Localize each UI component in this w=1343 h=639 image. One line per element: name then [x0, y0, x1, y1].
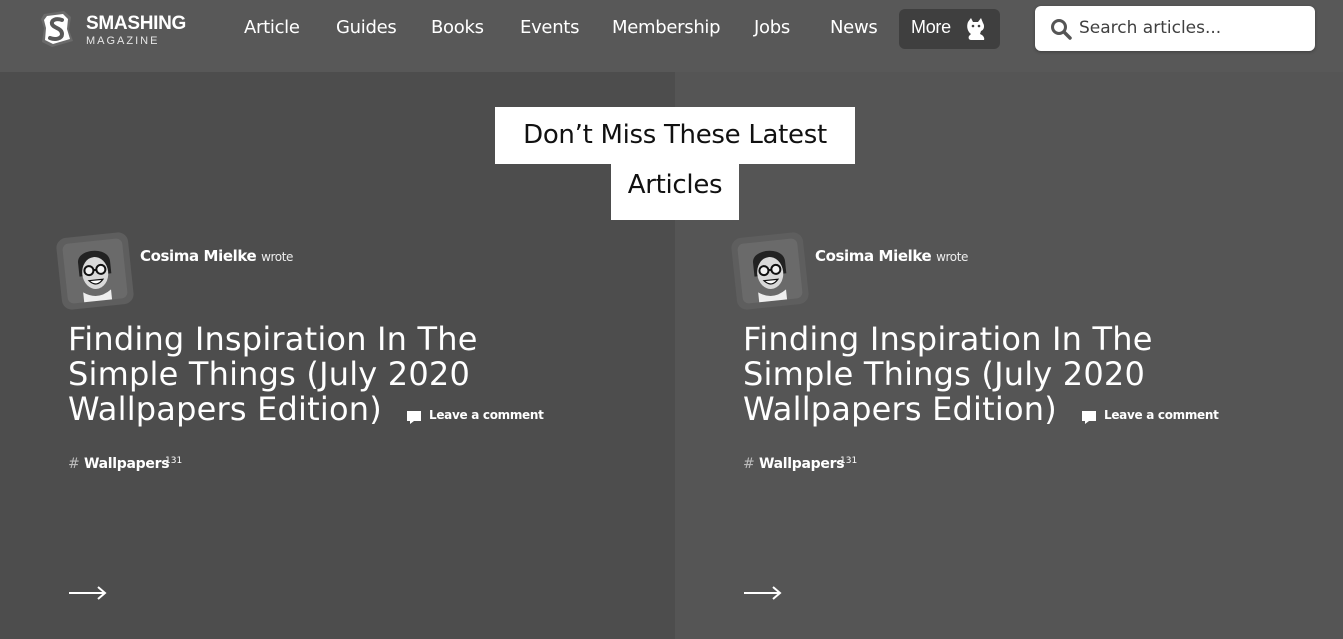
- author-byline: Cosima Mielke wrote: [140, 247, 293, 265]
- nav-item-guides[interactable]: Guides: [336, 17, 397, 38]
- tag-count: 131: [840, 456, 858, 466]
- author-name-link[interactable]: Cosima Mielke: [140, 247, 257, 265]
- avatar-illustration-icon: [62, 238, 128, 304]
- nav-item-events[interactable]: Events: [520, 17, 579, 38]
- nav-item-news[interactable]: News: [830, 17, 878, 38]
- wrote-label: wrote: [261, 250, 294, 264]
- read-more-arrow-icon[interactable]: [743, 583, 783, 603]
- leave-comment-link[interactable]: Leave a comment: [1104, 408, 1219, 422]
- more-label: More: [911, 17, 951, 37]
- author-avatar[interactable]: [55, 231, 135, 311]
- comment-icon: [407, 411, 421, 424]
- tag-label: Wallpapers: [84, 456, 170, 472]
- tag-count: 131: [165, 456, 183, 466]
- read-more-arrow-icon[interactable]: [68, 583, 108, 603]
- smashing-logo-icon: [41, 11, 73, 47]
- tag-label: Wallpapers: [759, 456, 845, 472]
- author-byline: Cosima Mielke wrote: [815, 247, 968, 265]
- section-heading-line-1: Don’t Miss These Latest: [495, 107, 855, 164]
- leave-comment-link[interactable]: Leave a comment: [429, 408, 544, 422]
- cat-icon: [967, 18, 985, 40]
- section-heading-line-2: Articles: [611, 160, 739, 220]
- search-input[interactable]: [1079, 14, 1304, 42]
- tag-hash: #: [68, 456, 80, 472]
- nav-item-article[interactable]: Article: [244, 17, 300, 38]
- search-icon: [1051, 19, 1072, 40]
- tag-hash: #: [743, 456, 755, 472]
- site-logo-link[interactable]: SMASHING MAGAZINE: [38, 10, 198, 60]
- brand-subtitle: MAGAZINE: [86, 35, 160, 47]
- comment-icon: [1082, 411, 1096, 424]
- nav-item-books[interactable]: Books: [431, 17, 484, 38]
- author-name-link[interactable]: Cosima Mielke: [815, 247, 932, 265]
- tag-link-wallpapers[interactable]: # Wallpapers: [743, 456, 845, 472]
- author-avatar[interactable]: [730, 231, 810, 311]
- wrote-label: wrote: [936, 250, 969, 264]
- nav-item-jobs[interactable]: Jobs: [754, 17, 790, 38]
- search-box: [1035, 6, 1315, 51]
- more-menu-button[interactable]: More: [899, 9, 1000, 49]
- brand-name: SMASHING: [86, 13, 186, 34]
- nav-item-membership[interactable]: Membership: [612, 17, 721, 38]
- site-header: SMASHING MAGAZINE Article Guides Books E…: [0, 0, 1343, 72]
- avatar-illustration-icon: [737, 238, 803, 304]
- tag-link-wallpapers[interactable]: # Wallpapers: [68, 456, 170, 472]
